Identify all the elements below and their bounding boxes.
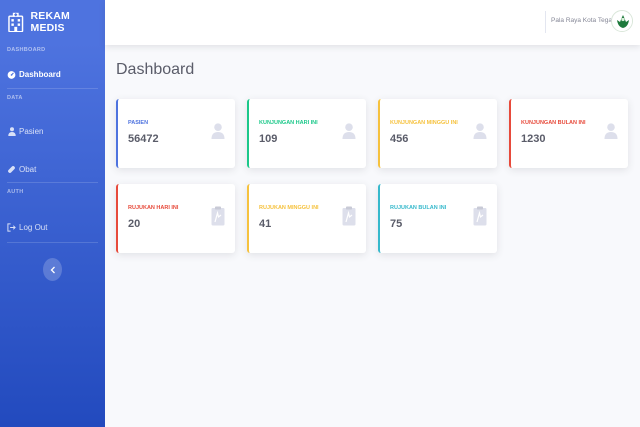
user-name[interactable]: Pala Raya Kota Tegal xyxy=(551,17,613,24)
page-title: Dashboard xyxy=(116,61,195,78)
card-value: 20 xyxy=(128,218,141,230)
card-rujukan-bulan-ini[interactable]: RUJUKAN BULAN INI 75 xyxy=(378,184,497,253)
sidebar-item-label: Log Out xyxy=(19,223,48,232)
card-value: 456 xyxy=(390,133,409,145)
topbar: Pala Raya Kota Tegal xyxy=(105,0,640,45)
card-label: RUJUKAN MINGGU INI xyxy=(259,205,319,211)
sidebar-heading-auth: AUTH xyxy=(7,189,24,195)
card-value: 56472 xyxy=(128,133,159,145)
sidebar-item-pasien[interactable]: Pasien xyxy=(7,127,43,136)
hospital-icon xyxy=(8,12,24,32)
card-rujukan-minggu-ini[interactable]: RUJUKAN MINGGU INI 41 xyxy=(247,184,366,253)
user-avatar[interactable] xyxy=(611,10,633,32)
user-icon xyxy=(7,127,16,136)
logo-avatar-icon xyxy=(613,12,632,31)
sidebar-item-label: Obat xyxy=(19,165,37,174)
card-label: KUNJUNGAN HARI INI xyxy=(259,120,318,126)
clipboard-icon xyxy=(342,206,356,226)
sidebar: REKAM MEDIS DASHBOARD Dashboard DATA Pas… xyxy=(0,0,105,427)
card-label: RUJUKAN BULAN INI xyxy=(390,205,447,211)
card-label: PASIEN xyxy=(128,120,149,126)
user-icon xyxy=(473,123,487,139)
chevron-left-icon xyxy=(50,266,55,273)
sidebar-heading-dashboard: DASHBOARD xyxy=(7,47,46,53)
sidebar-item-logout[interactable]: Log Out xyxy=(7,223,47,232)
sidebar-item-label: Pasien xyxy=(19,127,44,136)
user-icon xyxy=(342,123,356,139)
sidebar-divider xyxy=(7,88,98,89)
card-value: 109 xyxy=(259,133,278,145)
sidebar-heading-data: DATA xyxy=(7,95,23,101)
sidebar-brand[interactable]: REKAM MEDIS xyxy=(0,0,105,44)
card-rujukan-hari-ini[interactable]: RUJUKAN HARI INI 20 xyxy=(116,184,235,253)
sign-out-icon xyxy=(7,223,16,232)
sidebar-item-dashboard[interactable]: Dashboard xyxy=(7,70,61,79)
tachometer-icon xyxy=(7,70,16,79)
brand-title: REKAM MEDIS xyxy=(30,10,70,34)
user-icon xyxy=(211,123,225,139)
card-value: 1230 xyxy=(521,133,546,145)
card-kunjungan-minggu-ini[interactable]: KUNJUNGAN MINGGU INI 456 xyxy=(378,99,497,168)
card-kunjungan-bulan-ini[interactable]: KUNJUNGAN BULAN INI 1230 xyxy=(509,99,628,168)
card-value: 75 xyxy=(390,218,403,230)
sidebar-divider xyxy=(7,182,98,183)
card-label: RUJUKAN HARI INI xyxy=(128,205,179,211)
card-pasien[interactable]: PASIEN 56472 xyxy=(116,99,235,168)
sidebar-item-label: Dashboard xyxy=(19,70,61,79)
card-label: KUNJUNGAN MINGGU INI xyxy=(390,120,458,126)
clipboard-icon xyxy=(473,206,487,226)
card-value: 41 xyxy=(259,218,272,230)
topbar-divider xyxy=(545,11,546,33)
clipboard-icon xyxy=(211,206,225,226)
card-label: KUNJUNGAN BULAN INI xyxy=(521,120,586,126)
card-kunjungan-hari-ini[interactable]: KUNJUNGAN HARI INI 109 xyxy=(247,99,366,168)
capsule-icon xyxy=(7,165,16,174)
user-icon xyxy=(604,123,618,139)
sidebar-toggle-button[interactable] xyxy=(43,258,62,281)
sidebar-divider xyxy=(7,242,98,243)
sidebar-item-obat[interactable]: Obat xyxy=(7,165,36,174)
